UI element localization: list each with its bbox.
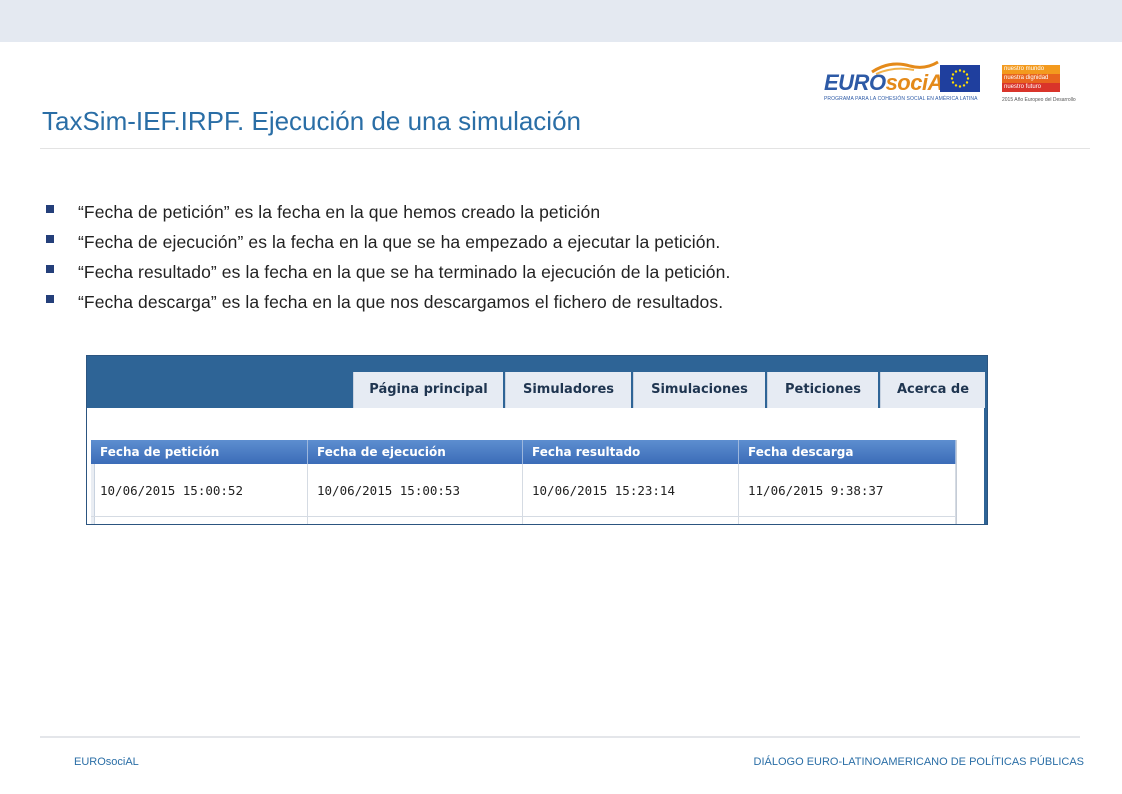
table-cell: 10/06/2015 15:00:52 (91, 464, 308, 517)
top-band (0, 0, 1122, 42)
bullet-item: “Fecha descarga” es la fecha en la que n… (46, 290, 730, 320)
footer-left: EUROsociAL (74, 756, 139, 768)
nm-line: nuestro mundo (1002, 65, 1060, 74)
grid-right-edge (956, 440, 957, 524)
table-row-empty (91, 517, 308, 524)
column-header-fecha-ejecucion[interactable]: Fecha de ejecución (308, 440, 523, 464)
bullet-list: “Fecha de petición” es la fecha en la qu… (46, 200, 730, 320)
nm-line: nuestro futuro (1002, 83, 1060, 92)
column-header-fecha-peticion[interactable]: Fecha de petición (91, 440, 308, 464)
footer-right: DIÁLOGO EURO-LATINOAMERICANO DE POLÍTICA… (753, 756, 1084, 768)
nuestro-mundo-logo: nuestro mundo nuestra dignidad nuestro f… (1002, 65, 1082, 107)
table-cell: 10/06/2015 15:23:14 (523, 464, 739, 517)
nav-tab-simulaciones[interactable]: Simulaciones (633, 372, 765, 408)
table-cell: 11/06/2015 9:38:37 (739, 464, 956, 517)
table-row-empty (523, 517, 739, 524)
bullet-item: “Fecha de ejecución” es la fecha en la q… (46, 230, 730, 260)
nav-tab-pagina-principal[interactable]: Página principal (353, 372, 503, 408)
bullet-square-icon (46, 265, 54, 273)
table-row-empty (739, 517, 956, 524)
nm-line: nuestra dignidad (1002, 74, 1060, 83)
nav-tab-acerca-de[interactable]: Acerca de (880, 372, 985, 408)
table-cell: 10/06/2015 15:00:53 (308, 464, 523, 517)
bullet-square-icon (46, 235, 54, 243)
slide-title: TaxSim-IEF.IRPF. Ejecución de una simula… (42, 106, 582, 136)
bullet-square-icon (46, 205, 54, 213)
nav-tab-peticiones[interactable]: Peticiones (767, 372, 878, 408)
eurosocial-subtitle: PROGRAMA PARA LA COHESIÓN SOCIAL EN AMÉR… (824, 96, 978, 102)
app-screenshot: Página principal Simuladores Simulacione… (86, 355, 988, 525)
requests-grid: Fecha de petición Fecha de ejecución Fec… (91, 440, 957, 524)
footer-divider (40, 736, 1080, 738)
eu-flag-icon (940, 65, 980, 92)
column-header-fecha-resultado[interactable]: Fecha resultado (523, 440, 739, 464)
table-row-empty (308, 517, 523, 524)
nav-tab-simuladores[interactable]: Simuladores (505, 372, 631, 408)
nm-year: 2015 Año Europeo del Desarrollo (1002, 97, 1076, 103)
bullet-item: “Fecha resultado” es la fecha en la que … (46, 260, 730, 290)
bullet-item: “Fecha de petición” es la fecha en la qu… (46, 200, 730, 230)
column-header-fecha-descarga[interactable]: Fecha descarga (739, 440, 956, 464)
eurosocial-wordmark: EUROsociAL (824, 70, 956, 95)
bullet-square-icon (46, 295, 54, 303)
title-divider (40, 148, 1090, 149)
